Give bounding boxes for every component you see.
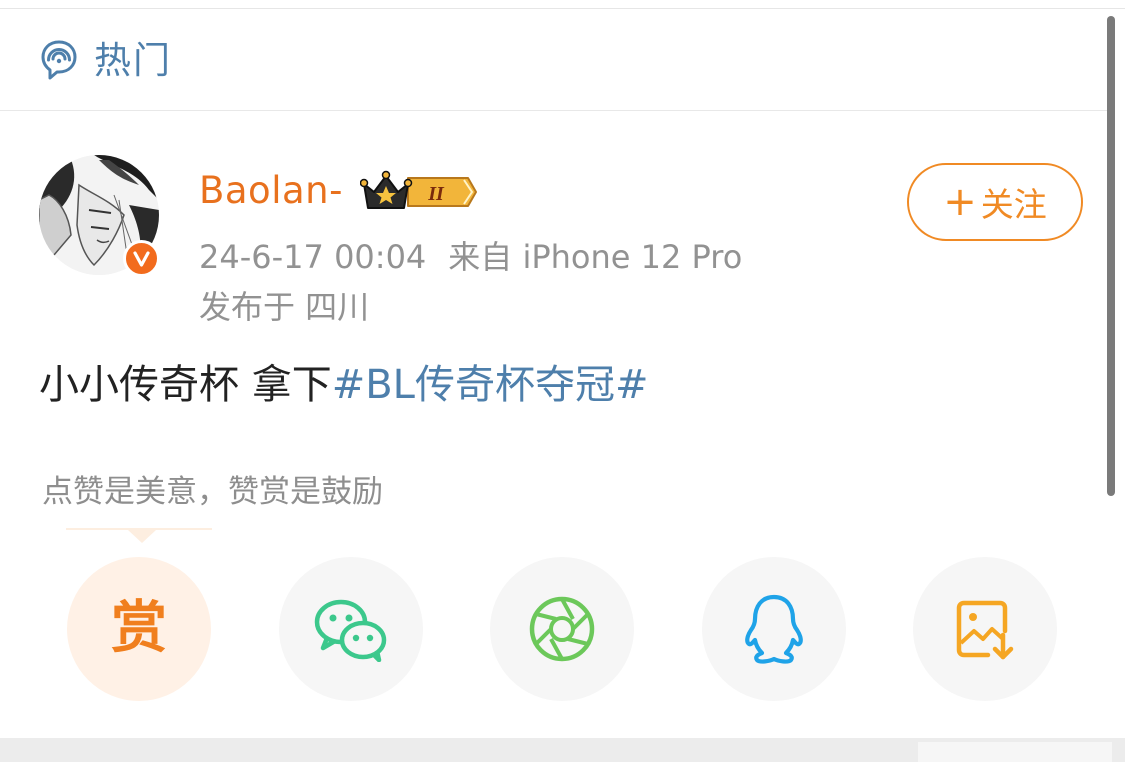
reward-icon: 赏	[111, 596, 167, 661]
author-name[interactable]: Baolan-	[199, 168, 343, 214]
share-moments-button[interactable]	[490, 557, 634, 701]
post-location: 发布于 四川	[199, 288, 370, 326]
crown-badge-icon: II	[360, 170, 477, 209]
wechat-icon	[314, 599, 387, 662]
reward-button[interactable]: 赏	[67, 557, 211, 701]
reward-tip: 点赞是美意，赞赏是鼓励	[42, 474, 383, 510]
save-image-icon	[956, 600, 1014, 660]
post-source: 来自 iPhone 12 Pro	[448, 238, 743, 276]
plus-icon: +	[943, 179, 977, 225]
reward-pointer-arrow	[128, 530, 156, 543]
save-image-button[interactable]	[913, 557, 1057, 701]
hot-section-header[interactable]: 热门	[0, 9, 1110, 111]
post-timestamp: 24-6-17 00:04	[199, 238, 427, 276]
hot-section-title: 热门	[94, 39, 172, 82]
vertical-scrollbar[interactable]	[1107, 16, 1115, 496]
post-body: 小小传奇杯 拿下#BL传奇杯夺冠#	[39, 360, 648, 410]
verified-v-icon	[123, 240, 160, 277]
member-level-text: II	[427, 183, 445, 205]
share-qq-button[interactable]	[702, 557, 846, 701]
follow-button[interactable]: + 关注	[907, 163, 1083, 241]
bottom-bar-highlight	[918, 742, 1112, 762]
hot-topic-icon	[41, 40, 77, 80]
moments-aperture-icon	[529, 596, 595, 662]
post-text: 小小传奇杯 拿下	[39, 362, 332, 408]
top-divider	[0, 0, 1125, 9]
qq-penguin-icon	[745, 594, 803, 664]
post-meta: 24-6-17 00:04 来自 iPhone 12 Pro	[199, 236, 742, 278]
follow-label: 关注	[980, 185, 1047, 224]
post-hashtag[interactable]: #BL传奇杯夺冠#	[332, 362, 649, 408]
share-wechat-button[interactable]	[279, 557, 423, 701]
